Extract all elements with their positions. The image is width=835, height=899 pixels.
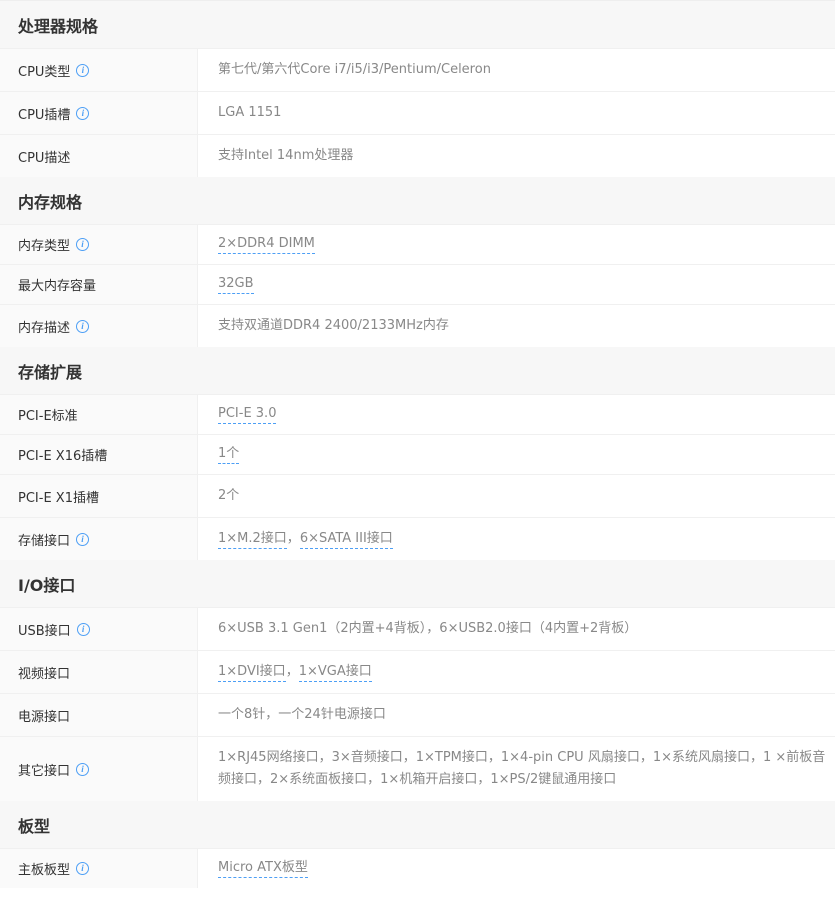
spec-label: 内存类型 [18, 239, 71, 254]
spec-row: 存储接口 i 1×M.2接口， 6×SATA III接口 [0, 517, 835, 560]
spec-value-cell: 1×DVI接口， 1×VGA接口 [198, 651, 835, 693]
spec-value-cell: 第七代/第六代Core i7/i5/i3/Pentium/Celeron [198, 49, 835, 91]
spec-value: 6×USB 3.1 Gen1（2内置+4背板），6×USB2.0接口（4内置+2… [218, 621, 638, 636]
spec-value-cell: 1×M.2接口， 6×SATA III接口 [198, 518, 835, 560]
spec-label-cell: 电源接口 [0, 694, 198, 736]
spec-row: 视频接口 1×DVI接口， 1×VGA接口 [0, 650, 835, 693]
spec-label: 视频接口 [18, 666, 71, 682]
spec-value-cell: 6×USB 3.1 Gen1（2内置+4背板），6×USB2.0接口（4内置+2… [198, 608, 835, 650]
section-title: I/O接口 [0, 560, 835, 607]
section-title: 存储扩展 [0, 347, 835, 394]
spec-label: 存储接口 [18, 533, 71, 549]
spec-label: CPU描述 [18, 150, 71, 166]
spec-value: 第七代/第六代Core i7/i5/i3/Pentium/Celeron [218, 62, 491, 77]
info-icon[interactable]: i [76, 532, 90, 546]
spec-value-cell: 支持双通道DDR4 2400/2133MHz内存 [198, 305, 835, 347]
spec-value-cell: 2×DDR4 DIMM [198, 225, 835, 264]
spec-label-cell: CPU类型 i [0, 49, 198, 91]
spec-label: PCI-E X1插槽 [18, 490, 99, 506]
spec-row: 内存类型 i 2×DDR4 DIMM [0, 224, 835, 264]
info-icon[interactable]: i [76, 63, 90, 77]
spec-label: 内存描述 [18, 320, 71, 336]
info-icon[interactable]: i [76, 106, 90, 120]
spec-label: 主板板型 [18, 863, 71, 878]
spec-label-cell: 其它接口 i [0, 737, 198, 801]
spec-value: 支持Intel 14nm处理器 [218, 148, 354, 163]
spec-label-cell: 内存描述 i [0, 305, 198, 347]
info-icon[interactable]: i [76, 762, 90, 776]
info-icon[interactable]: i [76, 622, 90, 636]
spec-value-link[interactable]: 6×SATA III接口 [299, 530, 393, 549]
info-icon[interactable]: i [76, 862, 90, 875]
spec-label: PCI-E标准 [18, 409, 78, 424]
spec-label-cell: 视频接口 [0, 651, 198, 693]
spec-value-link[interactable]: Micro ATX板型 [218, 859, 308, 878]
spec-value-cell: 支持Intel 14nm处理器 [198, 135, 835, 177]
spec-row: 电源接口 一个8针，一个24针电源接口 [0, 693, 835, 736]
spec-value-cell: LGA 1151 [198, 92, 835, 134]
spec-value: 支持双通道DDR4 2400/2133MHz内存 [218, 318, 449, 333]
spec-value-cell: PCI-E 3.0 [198, 395, 835, 434]
spec-row: PCI-E标准 PCI-E 3.0 [0, 394, 835, 434]
spec-label: USB接口 [18, 623, 71, 639]
info-icon[interactable]: i [76, 319, 90, 333]
spec-value-link[interactable]: 32GB [218, 275, 254, 294]
spec-label-cell: CPU描述 [0, 135, 198, 177]
section-title: 处理器规格 [0, 1, 835, 48]
spec-value-cell: 1×RJ45网络接口，3×音频接口，1×TPM接口，1×4-pin CPU 风扇… [198, 737, 835, 801]
spec-label-cell: PCI-E标准 [0, 395, 198, 434]
spec-label: CPU插槽 [18, 107, 71, 123]
spec-row: CPU插槽 i LGA 1151 [0, 91, 835, 134]
spec-row: CPU描述 支持Intel 14nm处理器 [0, 134, 835, 177]
spec-value-link[interactable]: 2×DDR4 DIMM [218, 235, 315, 254]
spec-label: PCI-E X16插槽 [18, 449, 108, 464]
spec-label: CPU类型 [18, 64, 71, 80]
spec-table: 处理器规格 CPU类型 i 第七代/第六代Core i7/i5/i3/Pentium/… [0, 0, 835, 888]
spec-label: 其它接口 [18, 763, 71, 779]
spec-value: 2个 [218, 488, 240, 503]
spec-value: ， [286, 531, 300, 546]
spec-value: LGA 1151 [218, 105, 282, 120]
spec-value-cell: 1个 [198, 435, 835, 474]
spec-value-link[interactable]: 1×M.2接口 [218, 530, 287, 549]
spec-value: 一个8针，一个24针电源接口 [218, 707, 386, 722]
spec-value-cell: Micro ATX板型 [198, 849, 835, 888]
spec-row: USB接口 i 6×USB 3.1 Gen1（2内置+4背板），6×USB2.0接口… [0, 607, 835, 650]
spec-value-cell: 2个 [198, 475, 835, 517]
spec-label-cell: CPU插槽 i [0, 92, 198, 134]
spec-label-cell: USB接口 i [0, 608, 198, 650]
spec-label-cell: 主板板型 i [0, 849, 198, 888]
spec-value-link[interactable]: PCI-E 3.0 [218, 405, 277, 424]
spec-row: PCI-E X16插槽 1个 [0, 434, 835, 474]
spec-row: 主板板型 i Micro ATX板型 [0, 848, 835, 888]
spec-value-cell: 32GB [198, 265, 835, 304]
spec-label-cell: PCI-E X16插槽 [0, 435, 198, 474]
spec-value-cell: 一个8针，一个24针电源接口 [198, 694, 835, 736]
spec-value: ， [285, 664, 299, 679]
spec-value: 1×RJ45网络接口，3×音频接口，1×TPM接口，1×4-pin CPU 风扇… [218, 750, 826, 787]
spec-label-cell: 存储接口 i [0, 518, 198, 560]
spec-label-cell: 最大内存容量 [0, 265, 198, 304]
spec-label-cell: PCI-E X1插槽 [0, 475, 198, 517]
spec-label: 最大内存容量 [18, 279, 97, 294]
spec-row: CPU类型 i 第七代/第六代Core i7/i5/i3/Pentium/Celer… [0, 48, 835, 91]
spec-value-link[interactable]: 1×VGA接口 [298, 663, 372, 682]
spec-row: 最大内存容量 32GB [0, 264, 835, 304]
spec-value-link[interactable]: 1个 [218, 445, 240, 464]
spec-label: 电源接口 [18, 709, 71, 725]
spec-row: 其它接口 i 1×RJ45网络接口，3×音频接口，1×TPM接口，1×4-pin C… [0, 736, 835, 801]
section-title: 内存规格 [0, 177, 835, 224]
spec-label-cell: 内存类型 i [0, 225, 198, 264]
spec-value-link[interactable]: 1×DVI接口 [218, 663, 286, 682]
spec-row: PCI-E X1插槽 2个 [0, 474, 835, 517]
spec-row: 内存描述 i 支持双通道DDR4 2400/2133MHz内存 [0, 304, 835, 347]
section-title: 板型 [0, 801, 835, 848]
info-icon[interactable]: i [76, 238, 90, 251]
